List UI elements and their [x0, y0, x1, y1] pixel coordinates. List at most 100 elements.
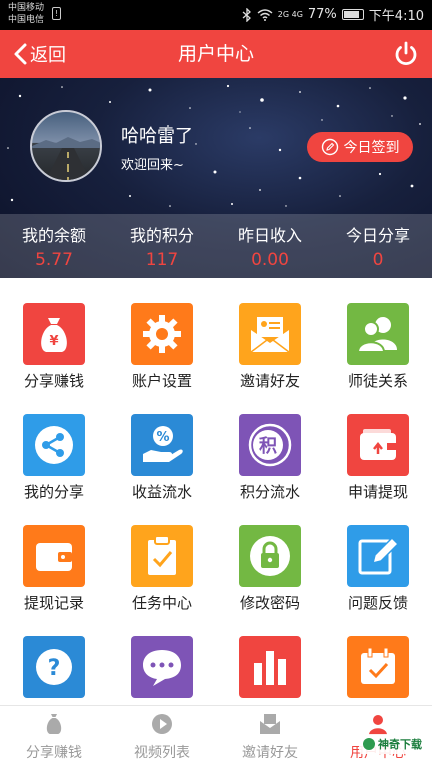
stat-yesterday-income[interactable]: 昨日收入 0.00	[216, 214, 324, 278]
menu-tile	[239, 636, 301, 698]
users-icon	[356, 317, 397, 353]
menu-item-mentor-relation[interactable]: 师徒关系	[324, 300, 432, 411]
stat-value: 0	[372, 250, 384, 270]
clipboard-check-icon	[148, 535, 176, 575]
menu-item-earnings-flow[interactable]: % 收益流水	[108, 411, 216, 522]
menu-item-label: 我的分享	[23, 483, 84, 501]
bluetooth-icon	[242, 7, 251, 22]
stats-row: 我的余额 5.77 我的积分 117 昨日收入 0.00 今日分享 0	[0, 214, 432, 278]
menu-item-points-flow[interactable]: 积 积分流水	[216, 411, 324, 522]
welcome-text: 欢迎回来~	[121, 158, 184, 173]
menu-tile: ?	[23, 636, 85, 698]
wallet-record-icon	[36, 543, 72, 571]
menu-tile	[347, 303, 409, 365]
gear-icon	[143, 315, 181, 353]
stat-balance[interactable]: 我的余额 5.77	[0, 214, 108, 278]
play-icon	[152, 714, 172, 734]
carrier-name-2: 中国电信	[8, 15, 45, 25]
stat-value: 117	[145, 250, 179, 270]
stat-points[interactable]: 我的积分 117	[108, 214, 216, 278]
menu-grid: ¥ 分享赚钱 账户设置 邀请好友 师徒关系 我的分享 % 收益流水 积 积分流水…	[0, 300, 432, 744]
menu-item-label: 提现记录	[23, 594, 84, 612]
menu-tile	[347, 414, 409, 476]
menu-item-apply-withdraw[interactable]: 申请提现	[324, 411, 432, 522]
chat-icon	[143, 650, 181, 686]
stat-today-shares[interactable]: 今日分享 0	[324, 214, 432, 278]
power-icon[interactable]	[392, 40, 420, 68]
tab-label: 视频列表	[134, 745, 190, 761]
checkin-label: 今日签到	[343, 140, 400, 156]
bar-chart-icon	[254, 651, 286, 685]
battery-icon	[341, 9, 364, 20]
user-icon	[369, 715, 387, 735]
wallet-icon	[360, 429, 396, 460]
carrier-name-1: 中国移动	[8, 3, 45, 13]
tab-label: 分享赚钱	[26, 745, 82, 761]
menu-tile: 积	[239, 414, 301, 476]
hand-percent-icon: %	[143, 426, 183, 462]
profile-banner: 哈哈雷了 欢迎回来~ 今日签到 我的余额 5.77 我的积分 117 昨日收入 …	[0, 78, 432, 278]
stat-value: 5.77	[35, 250, 73, 270]
menu-tile	[347, 525, 409, 587]
envelope-icon	[250, 317, 290, 353]
checkin-button[interactable]: 今日签到	[307, 132, 413, 162]
watermark-text: 神奇下载	[378, 738, 422, 751]
svg-text:¥: ¥	[49, 334, 58, 349]
menu-item-my-shares[interactable]: 我的分享	[0, 411, 108, 522]
menu-tile	[23, 525, 85, 587]
menu-item-share-earn[interactable]: ¥ 分享赚钱	[0, 300, 108, 411]
menu-tile	[131, 303, 193, 365]
avatar[interactable]	[30, 110, 102, 182]
share-icon	[35, 426, 73, 464]
menu-item-task-center[interactable]: 任务中心	[108, 522, 216, 633]
menu-item-label: 申请提现	[347, 483, 408, 501]
menu-item-withdraw-records[interactable]: 提现记录	[0, 522, 108, 633]
money-bag-icon: ¥	[41, 318, 67, 352]
menu-item-label: 账户设置	[131, 372, 192, 390]
menu-tile	[131, 636, 193, 698]
wifi-icon	[257, 9, 273, 21]
sim-icon: !	[52, 7, 61, 20]
stat-label: 我的积分	[129, 226, 194, 245]
stat-label: 我的余额	[21, 226, 86, 245]
watermark: 神奇下载	[359, 734, 426, 754]
username: 哈哈雷了	[121, 126, 193, 147]
tab-video-list[interactable]: 视频列表	[108, 706, 216, 767]
menu-item-account-settings[interactable]: 账户设置	[108, 300, 216, 411]
stat-value: 0.00	[251, 250, 289, 270]
menu-item-label: 分享赚钱	[23, 372, 84, 390]
carrier-info: 中国移动 中国电信	[8, 2, 44, 26]
menu-item-label: 师徒关系	[347, 372, 408, 390]
menu-tile	[347, 636, 409, 698]
envelope-icon	[260, 714, 280, 734]
menu-tile	[239, 303, 301, 365]
calendar-check-icon	[361, 647, 395, 684]
nav-bar: 返回 用户中心	[0, 30, 432, 78]
menu-item-invite-friends[interactable]: 邀请好友	[216, 300, 324, 411]
points-icon: 积	[248, 423, 292, 467]
page-title: 用户中心	[177, 43, 254, 65]
stat-label: 昨日收入	[237, 226, 302, 245]
lock-icon	[250, 536, 290, 576]
money-bag-icon	[46, 714, 62, 734]
menu-item-change-password[interactable]: 修改密码	[216, 522, 324, 633]
menu-tile: ¥	[23, 303, 85, 365]
menu-tile	[131, 525, 193, 587]
pencil-icon	[358, 536, 400, 575]
svg-text:积: 积	[259, 436, 277, 457]
tab-share-earn[interactable]: 分享赚钱	[0, 706, 108, 767]
signal-indicator: 2G 4G	[277, 10, 303, 19]
status-bar: 中国移动 中国电信 ! 2G 4G 77% 下午4:10	[0, 0, 432, 30]
tab-invite-friends[interactable]: 邀请好友	[216, 706, 324, 767]
pencil-circle-icon	[321, 138, 338, 156]
menu-item-label: 修改密码	[239, 594, 300, 612]
svg-text:%: %	[156, 430, 169, 445]
clock: 下午4:10	[368, 9, 424, 24]
watermark-logo-icon	[363, 738, 375, 750]
menu-item-label: 积分流水	[239, 483, 300, 501]
menu-item-label: 收益流水	[131, 483, 192, 501]
menu-tile: %	[131, 414, 193, 476]
menu-item-feedback[interactable]: 问题反馈	[324, 522, 432, 633]
status-indicators: 2G 4G 77% 下午4:10	[242, 5, 424, 24]
menu-item-label: 问题反馈	[347, 594, 408, 612]
